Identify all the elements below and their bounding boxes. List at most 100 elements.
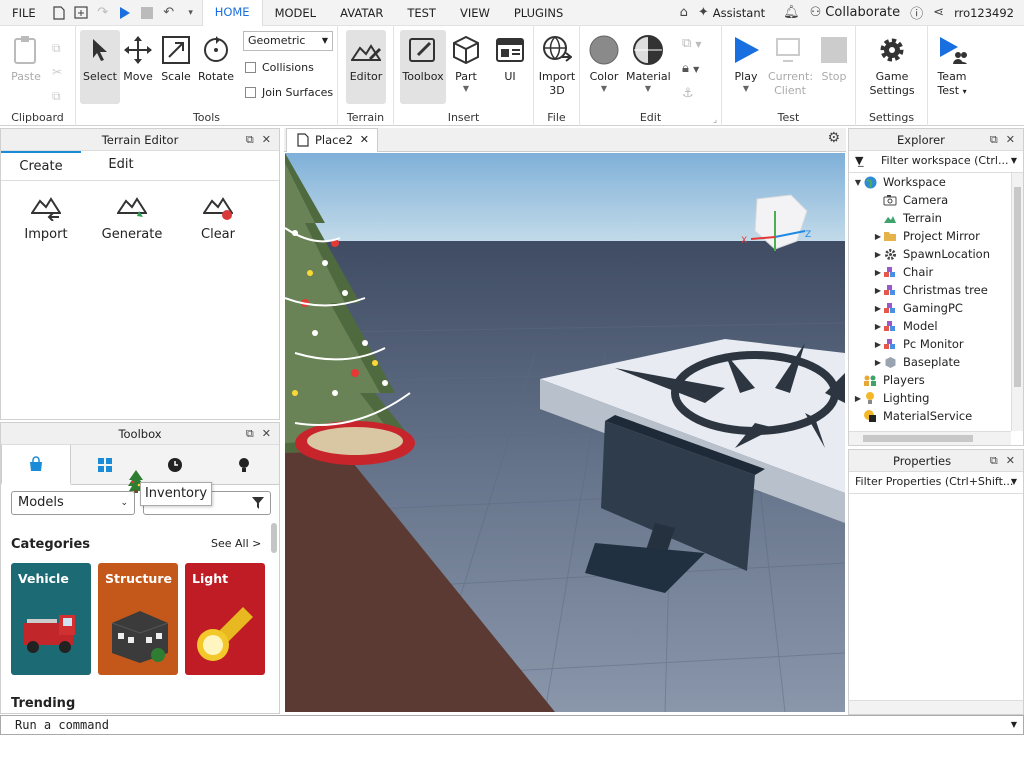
- close-icon[interactable]: ✕: [1006, 129, 1015, 151]
- collapsed-arrow-icon[interactable]: ▶: [873, 268, 883, 277]
- game-settings-button[interactable]: Game Settings: [864, 30, 920, 104]
- redo-icon[interactable]: ↷: [92, 0, 114, 26]
- scroll-thumb[interactable]: [863, 435, 973, 442]
- explorer-horizontal-scrollbar[interactable]: [849, 431, 1011, 445]
- current-client-button[interactable]: Current: Client: [768, 30, 813, 104]
- undock-icon[interactable]: ⧉: [990, 450, 998, 472]
- tree-item-christmas-tree[interactable]: ▶ Christmas tree: [849, 281, 1011, 299]
- expanded-arrow-icon[interactable]: ▼: [853, 178, 863, 187]
- username[interactable]: rro123492: [954, 6, 1014, 20]
- scroll-thumb[interactable]: [1014, 187, 1021, 387]
- import-3d-button[interactable]: Import 3D: [537, 30, 577, 104]
- material-button[interactable]: Material ▼: [626, 30, 671, 104]
- tree-item-pc-monitor[interactable]: ▶ Pc Monitor: [849, 335, 1011, 353]
- tab-create[interactable]: Create: [1, 151, 81, 180]
- play-button[interactable]: Play ▼: [726, 30, 766, 104]
- team-test-button[interactable]: Team Test ▾: [930, 30, 974, 104]
- toolbox-button[interactable]: Toolbox: [400, 30, 446, 104]
- collapsed-arrow-icon[interactable]: ▶: [873, 340, 883, 349]
- tab-view[interactable]: VIEW: [448, 0, 502, 26]
- explorer-vertical-scrollbar[interactable]: [1011, 173, 1023, 431]
- geometric-dropdown[interactable]: Geometric ▼: [243, 31, 333, 51]
- tab-place2[interactable]: Place2 ✕: [286, 128, 378, 152]
- properties-horizontal-scrollbar[interactable]: [849, 700, 1023, 714]
- category-card-light[interactable]: Light: [185, 563, 265, 675]
- file-menu[interactable]: FILE: [0, 0, 48, 26]
- undo-icon[interactable]: ↶: [158, 0, 180, 26]
- tree-item-lighting[interactable]: ▶ Lighting: [849, 389, 1011, 407]
- collapsed-arrow-icon[interactable]: ▶: [873, 358, 883, 367]
- category-card-vehicle[interactable]: Vehicle: [11, 563, 91, 675]
- join-surfaces-checkbox[interactable]: Join Surfaces: [245, 86, 333, 99]
- notification-icon[interactable]: 🔔︎: [783, 5, 800, 20]
- 3d-viewport[interactable]: X Z: [285, 153, 845, 712]
- group-icon[interactable]: ⧉ ▼: [682, 32, 702, 57]
- category-card-structure[interactable]: Structure: [98, 563, 178, 675]
- ui-button[interactable]: UI: [490, 30, 530, 104]
- anchor-icon[interactable]: ⚓︎: [682, 82, 702, 106]
- undock-icon[interactable]: ⧉: [246, 423, 254, 445]
- tree-item-players[interactable]: Players: [849, 371, 1011, 389]
- close-icon[interactable]: ✕: [262, 129, 271, 151]
- terrain-editor-button[interactable]: Editor: [346, 30, 386, 104]
- undock-icon[interactable]: ⧉: [990, 129, 998, 151]
- viewport-settings-gear-icon[interactable]: ⚙: [827, 130, 840, 146]
- tab-model[interactable]: MODEL: [263, 0, 329, 26]
- properties-filter-input[interactable]: Filter Properties (Ctrl+Shift... ▼: [849, 472, 1023, 494]
- undock-icon[interactable]: ⧉: [246, 129, 254, 151]
- tree-item-camera[interactable]: Camera: [849, 191, 1011, 209]
- help-icon[interactable]: ⓘ: [910, 3, 923, 22]
- collapsed-arrow-icon[interactable]: ▶: [873, 286, 883, 295]
- tab-recent[interactable]: [140, 445, 210, 485]
- collaborate-button[interactable]: ⚇ Collaborate: [810, 5, 901, 20]
- see-all-link[interactable]: See All >: [211, 537, 261, 550]
- collisions-checkbox[interactable]: Collisions: [245, 61, 314, 74]
- rotate-tool-button[interactable]: Rotate: [196, 30, 236, 104]
- tree-item-terrain[interactable]: Terrain: [849, 209, 1011, 227]
- stop-button[interactable]: Stop: [814, 30, 854, 104]
- customize-quick-icon[interactable]: ▾: [180, 0, 202, 26]
- tab-creations[interactable]: [209, 445, 280, 485]
- tree-item-project-mirror[interactable]: ▶ Project Mirror: [849, 227, 1011, 245]
- filter-icon[interactable]: [252, 497, 264, 509]
- color-button[interactable]: Color ▼: [584, 30, 624, 104]
- move-tool-button[interactable]: Move: [118, 30, 158, 104]
- collapsed-arrow-icon[interactable]: ▶: [853, 394, 863, 403]
- paste-button[interactable]: Paste: [6, 30, 46, 104]
- tree-item-materialservice[interactable]: MaterialService: [849, 407, 1011, 425]
- duplicate-icon[interactable]: ⧉: [52, 84, 62, 108]
- terrain-generate-button[interactable]: Generate: [97, 193, 167, 242]
- tab-marketplace[interactable]: [1, 445, 71, 485]
- play-quick-icon[interactable]: [114, 0, 136, 26]
- collapsed-arrow-icon[interactable]: ▶: [873, 232, 883, 241]
- tree-item-chair[interactable]: ▶ Chair: [849, 263, 1011, 281]
- toolbox-scrollbar[interactable]: [271, 523, 277, 553]
- cut-icon[interactable]: ✂: [52, 60, 62, 84]
- assistant-button[interactable]: ✦ Assistant: [698, 5, 765, 20]
- tab-test[interactable]: TEST: [395, 0, 448, 26]
- tab-edit[interactable]: Edit: [81, 151, 161, 180]
- tab-plugins[interactable]: PLUGINS: [502, 0, 575, 26]
- part-button[interactable]: Part ▼: [446, 30, 486, 104]
- select-tool-button[interactable]: Select: [80, 30, 120, 104]
- tree-item-baseplate[interactable]: ▶ Baseplate: [849, 353, 1011, 371]
- tree-item-model[interactable]: ▶ Model: [849, 317, 1011, 335]
- terrain-import-button[interactable]: Import: [11, 193, 81, 242]
- close-icon[interactable]: ✕: [262, 423, 271, 445]
- stop-quick-icon[interactable]: [136, 0, 158, 26]
- share-icon[interactable]: ⋖: [933, 5, 944, 20]
- collapsed-arrow-icon[interactable]: ▶: [873, 250, 883, 259]
- explorer-filter-input[interactable]: ▼̲ Filter workspace (Ctrl... ▼: [849, 151, 1023, 173]
- close-icon[interactable]: ✕: [1006, 450, 1015, 472]
- tree-item-spawnlocation[interactable]: ▶ SpawnLocation: [849, 245, 1011, 263]
- scale-tool-button[interactable]: Scale: [156, 30, 196, 104]
- copy-icon[interactable]: ⧉: [52, 36, 62, 60]
- publish-icon[interactable]: [70, 0, 92, 26]
- collapsed-arrow-icon[interactable]: ▶: [873, 304, 883, 313]
- category-select[interactable]: Models ⌄: [11, 491, 135, 515]
- collapsed-arrow-icon[interactable]: ▶: [873, 322, 883, 331]
- lock-icon[interactable]: 🔒︎ ▼: [682, 57, 702, 82]
- tree-item-workspace[interactable]: ▼ Workspace: [849, 173, 1011, 191]
- tab-avatar[interactable]: AVATAR: [328, 0, 395, 26]
- tab-home[interactable]: HOME: [201, 0, 263, 26]
